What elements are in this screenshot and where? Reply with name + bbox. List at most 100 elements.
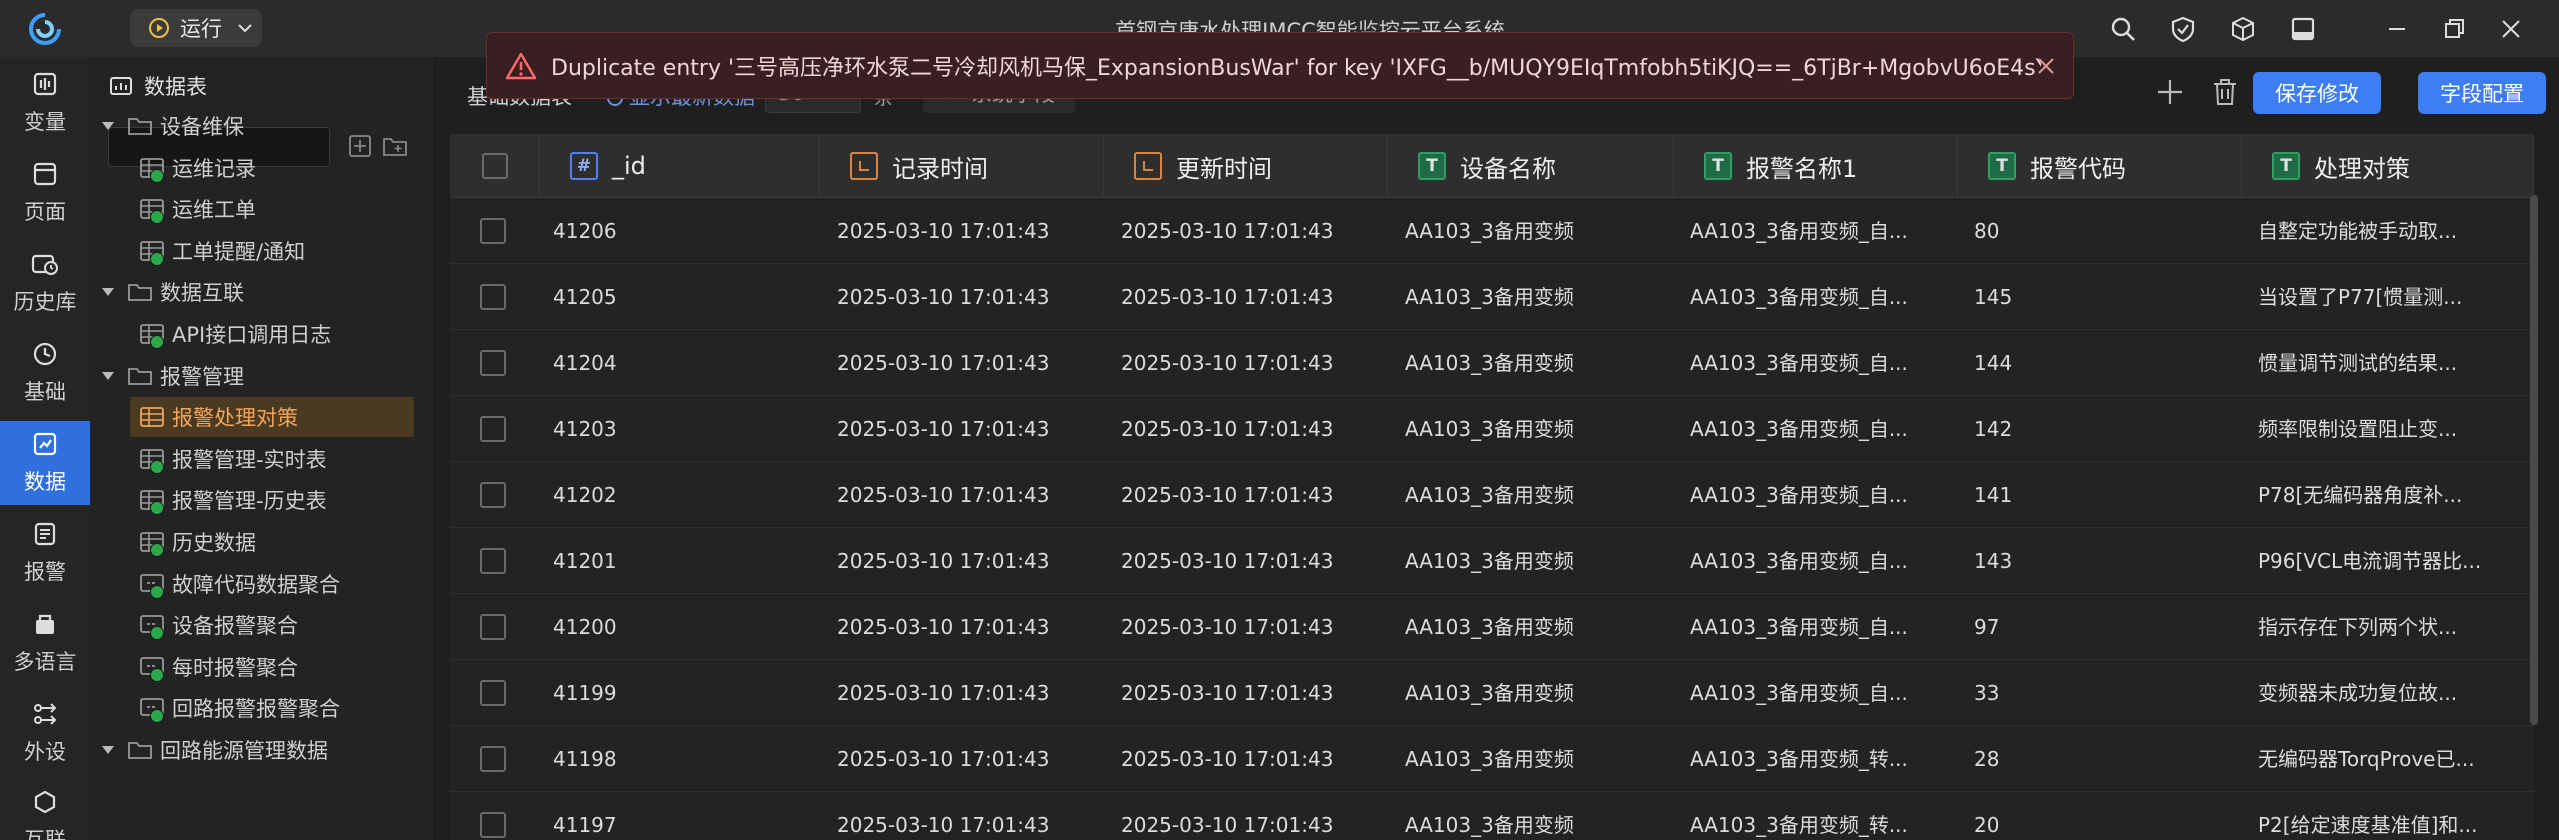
caret-down-icon[interactable] xyxy=(96,122,120,130)
row-checkbox[interactable] xyxy=(480,812,506,838)
table-cell[interactable]: 41204 xyxy=(553,330,813,396)
table-cell[interactable]: 41200 xyxy=(553,594,813,660)
table-cell[interactable]: 2025-03-10 17:01:43 xyxy=(837,792,1101,840)
table-cell[interactable]: 143 xyxy=(1974,528,2238,594)
table-cell[interactable]: 自整定功能被手动取... xyxy=(2258,198,2530,264)
field-config-button[interactable]: 字段配置 xyxy=(2418,72,2546,114)
table-cell[interactable]: 2025-03-10 17:01:43 xyxy=(1121,726,1385,792)
rail-item-data[interactable]: 数据 xyxy=(0,421,90,505)
cube-icon[interactable] xyxy=(2226,12,2260,46)
table-cell[interactable]: AA103_3备用变频_自... xyxy=(1690,396,1954,462)
table-cell[interactable]: AA103_3备用变频 xyxy=(1405,264,1671,330)
table-cell[interactable]: P96[VCL电流调节器比... xyxy=(2258,528,2530,594)
row-checkbox[interactable] xyxy=(480,218,506,244)
rail-item-pages[interactable]: 页面 xyxy=(0,151,90,235)
add-row-icon[interactable] xyxy=(2155,77,2185,107)
table-row[interactable]: 41203 2025-03-10 17:01:43 2025-03-10 17:01… xyxy=(450,396,2534,462)
table-cell[interactable]: AA103_3备用变频_自... xyxy=(1690,198,1954,264)
tree-item[interactable]: 设备报警聚合 xyxy=(130,605,414,645)
caret-down-icon[interactable] xyxy=(96,371,120,380)
table-cell[interactable]: AA103_3备用变频 xyxy=(1405,792,1671,840)
table-cell[interactable]: 频率限制设置阻止变... xyxy=(2258,396,2530,462)
column-header[interactable]: T 报警名称1 xyxy=(1674,134,1958,198)
table-cell[interactable]: 2025-03-10 17:01:43 xyxy=(837,198,1101,264)
tree-item[interactable]: 历史数据 xyxy=(130,522,414,562)
table-cell[interactable]: AA103_3备用变频 xyxy=(1405,462,1671,528)
rail-item-history[interactable]: 历史库 xyxy=(0,241,90,325)
table-cell[interactable]: AA103_3备用变频_自... xyxy=(1690,330,1954,396)
row-checkbox[interactable] xyxy=(480,284,506,310)
table-cell[interactable]: AA103_3备用变频 xyxy=(1405,660,1671,726)
table-cell[interactable]: AA103_3备用变频 xyxy=(1405,396,1671,462)
table-row[interactable]: 41200 2025-03-10 17:01:43 2025-03-10 17:01… xyxy=(450,594,2534,660)
table-cell[interactable]: AA103_3备用变频_自... xyxy=(1690,264,1954,330)
table-row[interactable]: 41201 2025-03-10 17:01:43 2025-03-10 17:01… xyxy=(450,528,2534,594)
table-cell[interactable]: AA103_3备用变频 xyxy=(1405,726,1671,792)
table-cell[interactable]: AA103_3备用变频 xyxy=(1405,528,1671,594)
table-cell[interactable]: AA103_3备用变频_转... xyxy=(1690,792,1954,840)
shield-check-icon[interactable] xyxy=(2166,12,2200,46)
table-row[interactable]: 41206 2025-03-10 17:01:43 2025-03-10 17:01… xyxy=(450,198,2534,264)
table-cell[interactable]: 2025-03-10 17:01:43 xyxy=(837,594,1101,660)
table-cell[interactable]: 无编码器TorqProve已... xyxy=(2258,726,2530,792)
row-checkbox[interactable] xyxy=(480,746,506,772)
table-row[interactable]: 41204 2025-03-10 17:01:43 2025-03-10 17:01… xyxy=(450,330,2534,396)
table-row[interactable]: 41197 2025-03-10 17:01:43 2025-03-10 17:01… xyxy=(450,792,2534,840)
table-cell[interactable]: 2025-03-10 17:01:43 xyxy=(1121,330,1385,396)
table-cell[interactable]: 2025-03-10 17:01:43 xyxy=(1121,594,1385,660)
tree-folder[interactable]: 数据互联 xyxy=(96,272,414,312)
table-cell[interactable]: 33 xyxy=(1974,660,2238,726)
tree-item[interactable]: 运维工单 xyxy=(130,189,414,229)
table-row[interactable]: 41199 2025-03-10 17:01:43 2025-03-10 17:01… xyxy=(450,660,2534,726)
run-button[interactable]: 运行 xyxy=(130,9,262,47)
table-cell[interactable]: AA103_3备用变频_自... xyxy=(1690,660,1954,726)
table-cell[interactable]: 2025-03-10 17:01:43 xyxy=(1121,396,1385,462)
table-cell[interactable]: 28 xyxy=(1974,726,2238,792)
table-cell[interactable]: AA103_3备用变频_转... xyxy=(1690,726,1954,792)
layout-icon[interactable] xyxy=(2286,12,2320,46)
tree-item[interactable]: 运维记录 xyxy=(130,148,414,188)
tree-folder[interactable]: 设备维保 xyxy=(96,106,414,146)
table-cell[interactable]: 41206 xyxy=(553,198,813,264)
column-header[interactable]: 记录时间 xyxy=(820,134,1104,198)
table-cell[interactable]: 41203 xyxy=(553,396,813,462)
table-cell[interactable]: 80 xyxy=(1974,198,2238,264)
table-cell[interactable]: 41197 xyxy=(553,792,813,840)
table-cell[interactable]: 2025-03-10 17:01:43 xyxy=(837,726,1101,792)
table-cell[interactable]: 2025-03-10 17:01:43 xyxy=(1121,660,1385,726)
table-cell[interactable]: 2025-03-10 17:01:43 xyxy=(837,396,1101,462)
table-cell[interactable]: 142 xyxy=(1974,396,2238,462)
table-cell[interactable]: 145 xyxy=(1974,264,2238,330)
table-cell[interactable]: 141 xyxy=(1974,462,2238,528)
table-cell[interactable]: 41201 xyxy=(553,528,813,594)
vertical-scrollbar[interactable] xyxy=(2530,195,2538,725)
table-cell[interactable]: 2025-03-10 17:01:43 xyxy=(1121,528,1385,594)
table-cell[interactable]: 2025-03-10 17:01:43 xyxy=(837,660,1101,726)
table-cell[interactable]: 41198 xyxy=(553,726,813,792)
table-cell[interactable]: 20 xyxy=(1974,792,2238,840)
table-cell[interactable]: 41202 xyxy=(553,462,813,528)
table-cell[interactable]: 2025-03-10 17:01:43 xyxy=(837,264,1101,330)
table-cell[interactable]: 变频器未成功复位故... xyxy=(2258,660,2530,726)
table-cell[interactable]: AA103_3备用变频 xyxy=(1405,330,1671,396)
table-cell[interactable]: 144 xyxy=(1974,330,2238,396)
column-header[interactable]: T 设备名称 xyxy=(1388,134,1674,198)
close-icon[interactable] xyxy=(2494,12,2528,46)
table-cell[interactable]: 惯量调节测试的结果... xyxy=(2258,330,2530,396)
save-changes-button[interactable]: 保存修改 xyxy=(2253,72,2381,114)
table-cell[interactable]: 97 xyxy=(1974,594,2238,660)
tree-item[interactable]: 工单提醒/通知 xyxy=(130,231,414,271)
row-checkbox[interactable] xyxy=(480,614,506,640)
table-cell[interactable]: 41205 xyxy=(553,264,813,330)
table-cell[interactable]: 指示存在下列两个状... xyxy=(2258,594,2530,660)
table-cell[interactable]: 2025-03-10 17:01:43 xyxy=(837,462,1101,528)
row-checkbox[interactable] xyxy=(480,548,506,574)
tree-item[interactable]: 报警管理-历史表 xyxy=(130,480,414,520)
column-header[interactable]: # _id xyxy=(540,134,820,198)
row-checkbox[interactable] xyxy=(480,482,506,508)
column-header[interactable]: 更新时间 xyxy=(1104,134,1388,198)
rail-item-variables[interactable]: 变量 xyxy=(0,61,90,145)
tree-item[interactable]: 报警处理对策 xyxy=(130,397,414,438)
table-row[interactable]: 41198 2025-03-10 17:01:43 2025-03-10 17:01… xyxy=(450,726,2534,792)
rail-item-language[interactable]: 多语言 xyxy=(0,601,90,685)
